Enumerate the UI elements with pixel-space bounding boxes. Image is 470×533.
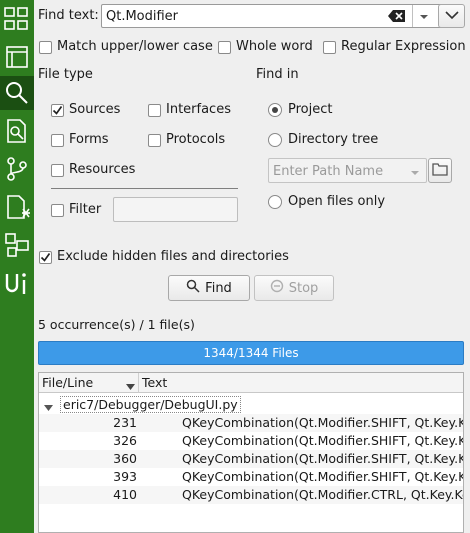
file-type-title: File type [38, 67, 93, 82]
regex-checkbox[interactable] [323, 41, 336, 54]
match-text: QKeyCombination(Qt.Modifier.SHIFT, Qt.Ke… [182, 451, 464, 466]
results-tree[interactable]: File/Line Text eric7/Debugger/DebugUI.py… [38, 372, 464, 533]
resources-label: Resources [69, 162, 136, 177]
regex-label: Regular Expression [341, 39, 466, 54]
match-text: QKeyCombination(Qt.Modifier.SHIFT, Qt.Ke… [182, 433, 464, 448]
file-type-separator [51, 188, 238, 189]
resources-checkbox[interactable] [51, 164, 64, 177]
whole-word-checkbox[interactable] [218, 41, 231, 54]
combo-divider [412, 5, 413, 27]
project-viewer-icon[interactable] [0, 40, 34, 74]
line-number: 410 [113, 487, 137, 502]
sidebar-toolbar [0, 0, 34, 533]
filter-label: Filter [69, 202, 102, 217]
stop-icon [270, 279, 284, 297]
stop-button-label: Stop [288, 280, 319, 296]
file-row[interactable]: eric7/Debugger/DebugUI.py [39, 395, 463, 413]
path-combo[interactable]: Enter Path Name [268, 158, 427, 183]
sort-down-icon [126, 379, 135, 394]
filter-input[interactable] [113, 197, 238, 222]
project-radio[interactable] [268, 103, 282, 117]
line-number: 393 [113, 469, 137, 484]
sources-label: Sources [69, 102, 121, 117]
path-placeholder: Enter Path Name [273, 164, 384, 179]
new-file-icon[interactable] [0, 190, 34, 224]
chevron-down-icon[interactable] [418, 11, 430, 26]
forms-label: Forms [69, 132, 109, 147]
forms-checkbox[interactable] [51, 134, 64, 147]
column-header-file-line[interactable]: File/Line [39, 373, 139, 393]
column-header-text[interactable]: Text [139, 373, 463, 393]
stop-button[interactable]: Stop [254, 275, 334, 301]
find-button-label: Find [205, 280, 232, 296]
progress-text: 1344/1344 Files [203, 346, 299, 360]
match-text: QKeyCombination(Qt.Modifier.SHIFT, Qt.Ke… [182, 415, 464, 430]
find-button[interactable]: Find [168, 275, 250, 301]
find-text-combo[interactable]: Qt.Modifier [101, 4, 442, 28]
sources-checkbox[interactable] [51, 104, 64, 117]
interfaces-label: Interfaces [166, 102, 231, 117]
find-icon[interactable] [0, 76, 34, 110]
vcs-icon[interactable] [0, 152, 34, 186]
find-text-label: Find text: [38, 8, 99, 23]
directory-tree-label: Directory tree [288, 132, 379, 147]
menu-button[interactable] [438, 4, 465, 28]
table-row[interactable]: 231 QKeyCombination(Qt.Modifier.SHIFT, Qt… [39, 414, 463, 432]
files-progress-bar: 1344/1344 Files [38, 341, 464, 365]
table-row[interactable]: 360 QKeyCombination(Qt.Modifier.SHIFT, Qt… [39, 450, 463, 468]
collapse-arrow-icon[interactable] [44, 400, 53, 415]
browse-folder-button[interactable] [428, 158, 452, 183]
interfaces-checkbox[interactable] [148, 104, 161, 117]
open-files-radio[interactable] [268, 195, 282, 209]
filter-checkbox[interactable] [51, 204, 64, 217]
chevron-down-icon [444, 9, 459, 24]
file-name: eric7/Debugger/DebugUI.py [60, 396, 241, 413]
line-number: 326 [113, 433, 137, 448]
match-text: QKeyCombination(Qt.Modifier.SHIFT, Qt.Ke… [182, 469, 464, 484]
search-icon [186, 279, 200, 297]
table-row[interactable]: 326 QKeyCombination(Qt.Modifier.SHIFT, Qt… [39, 432, 463, 450]
line-number: 231 [113, 415, 137, 430]
open-files-label: Open files only [288, 194, 386, 209]
results-summary: 5 occurrence(s) / 1 file(s) [38, 317, 195, 332]
template-icon[interactable] [0, 228, 34, 262]
multiproject-icon[interactable] [0, 2, 34, 36]
find-panel: Find text: Qt.Modifier Match upper/lower… [34, 0, 470, 533]
folder-icon [432, 162, 448, 180]
clear-text-icon[interactable] [388, 9, 406, 27]
whole-word-label: Whole word [236, 39, 313, 54]
chevron-down-icon[interactable] [410, 166, 420, 181]
protocols-label: Protocols [166, 132, 226, 147]
match-case-label: Match upper/lower case [57, 39, 213, 54]
find-text-input[interactable]: Qt.Modifier [106, 9, 178, 24]
find-in-title: Find in [256, 67, 299, 82]
project-label: Project [288, 102, 333, 117]
table-row[interactable]: 410 QKeyCombination(Qt.Modifier.CTRL, Qt.… [39, 486, 463, 504]
protocols-checkbox[interactable] [148, 134, 161, 147]
exclude-hidden-label: Exclude hidden files and directories [57, 249, 289, 264]
table-row[interactable]: 393 QKeyCombination(Qt.Modifier.SHIFT, Qt… [39, 468, 463, 486]
line-number: 360 [113, 451, 137, 466]
match-text: QKeyCombination(Qt.Modifier.CTRL, Qt.Key… [182, 487, 464, 502]
ui-icon[interactable] [0, 266, 34, 300]
exclude-hidden-checkbox[interactable] [39, 251, 52, 264]
match-case-checkbox[interactable] [39, 41, 52, 54]
find-file-icon[interactable] [0, 114, 34, 148]
directory-tree-radio[interactable] [268, 133, 282, 147]
